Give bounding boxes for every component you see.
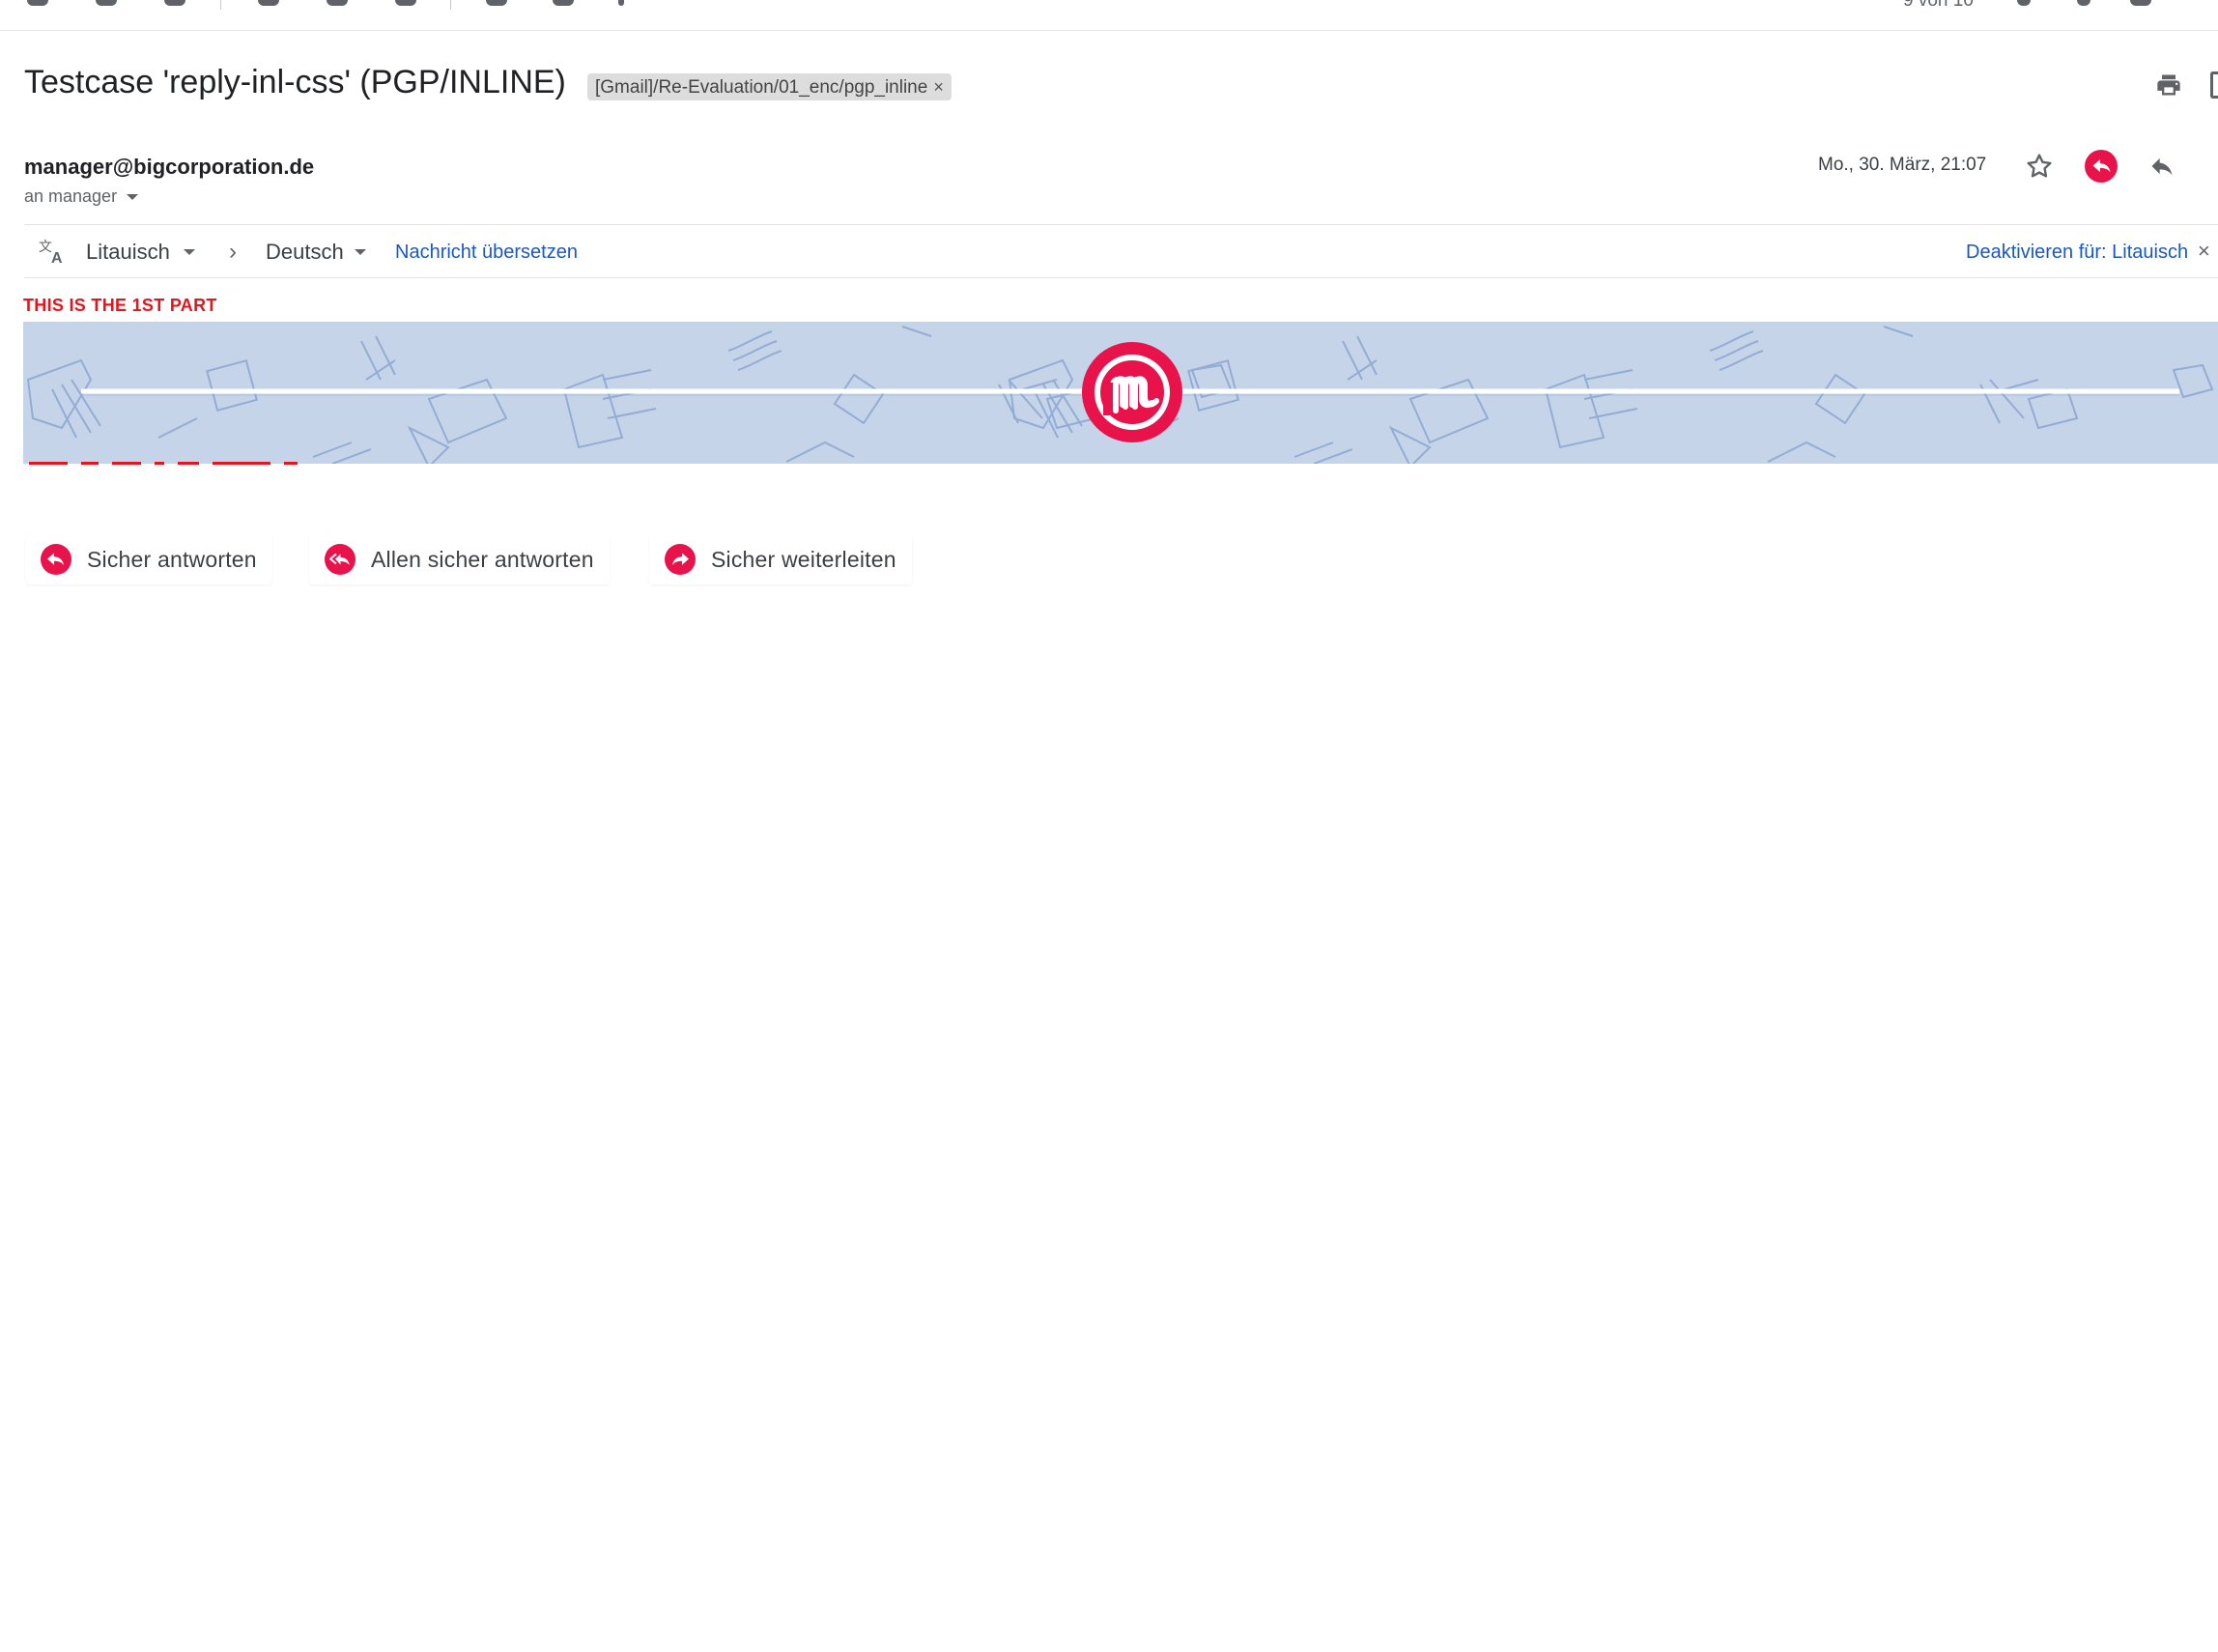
banner-pattern [26, 326, 2213, 464]
part-heading: THIS IS THE 1ST PART [23, 296, 217, 315]
move-to-icon[interactable] [486, 0, 507, 6]
translate-icon: 文 A [39, 239, 63, 267]
secure-forward-button[interactable]: Sicher weiterleiten [649, 534, 912, 584]
secure-reply-label: Sicher antworten [87, 546, 257, 572]
close-icon[interactable]: × [2198, 239, 2210, 264]
label-chip[interactable]: [Gmail]/Re-Evaluation/01_enc/pgp_inline × [587, 73, 952, 100]
more-icon[interactable] [618, 0, 624, 6]
target-language-select[interactable]: Deutsch [266, 240, 344, 265]
label-chip-text: [Gmail]/Re-Evaluation/01_enc/pgp_inline [595, 77, 928, 98]
reply-icon[interactable] [2147, 153, 2177, 180]
older-icon[interactable] [2077, 0, 2090, 6]
archive-icon[interactable] [96, 0, 117, 6]
secure-reply-icon [41, 544, 71, 575]
mailvelope-banner[interactable] [23, 322, 2218, 464]
secure-forward-icon [665, 544, 696, 575]
sender-address[interactable]: manager@bigcorporation.de [24, 155, 314, 180]
chevron-down-icon[interactable] [355, 249, 366, 255]
message-toolbar: 9 von 10 [0, 0, 2218, 31]
secure-reply-icon[interactable] [2085, 150, 2118, 183]
labels-icon[interactable] [553, 0, 574, 6]
secure-reply-all-button[interactable]: Allen sicher antworten [309, 534, 610, 584]
open-new-window-icon[interactable] [2210, 71, 2218, 99]
chevron-right-icon: › [229, 239, 237, 265]
input-tools-icon[interactable] [2130, 0, 2151, 6]
report-spam-icon[interactable] [164, 0, 185, 6]
secure-reply-button[interactable]: Sicher antworten [25, 534, 272, 584]
message-date: Mo., 30. März, 21:07 [1818, 155, 1987, 175]
recipient-details[interactable]: an manager [24, 186, 139, 207]
recipient-text: an manager [24, 186, 118, 206]
translate-message-link[interactable]: Nachricht übersetzen [395, 242, 578, 264]
snooze-icon[interactable] [395, 0, 416, 6]
svg-text:文: 文 [39, 239, 52, 254]
secure-forward-label: Sicher weiterleiten [711, 546, 896, 572]
source-language-select[interactable]: Litauisch [86, 240, 170, 265]
chevron-down-icon[interactable] [127, 194, 139, 201]
message-counter: 9 von 10 [1903, 0, 1974, 11]
secure-reply-all-icon [325, 544, 355, 575]
chevron-down-icon[interactable] [184, 249, 195, 255]
disable-translation-link[interactable]: Deaktivieren für: Litauisch [1966, 242, 2188, 264]
back-icon[interactable] [27, 0, 48, 6]
remove-label-icon[interactable]: × [933, 77, 944, 97]
newer-icon[interactable] [2017, 0, 2031, 6]
message-subject: Testcase 'reply-inl-css' (PGP/INLINE) [24, 64, 566, 100]
star-icon[interactable] [2024, 151, 2055, 182]
print-icon[interactable] [2154, 71, 2183, 99]
toolbar-divider [450, 0, 451, 10]
hidden-text-fragment [29, 462, 483, 467]
mark-unread-icon[interactable] [327, 0, 348, 6]
toolbar-divider [220, 0, 221, 10]
delete-icon[interactable] [258, 0, 279, 6]
mailvelope-logo-icon [1082, 342, 1182, 442]
translate-bar: 文 A Litauisch › Deutsch Nachricht überse… [24, 224, 2218, 278]
svg-text:A: A [51, 250, 63, 267]
secure-reply-all-label: Allen sicher antworten [371, 546, 594, 572]
